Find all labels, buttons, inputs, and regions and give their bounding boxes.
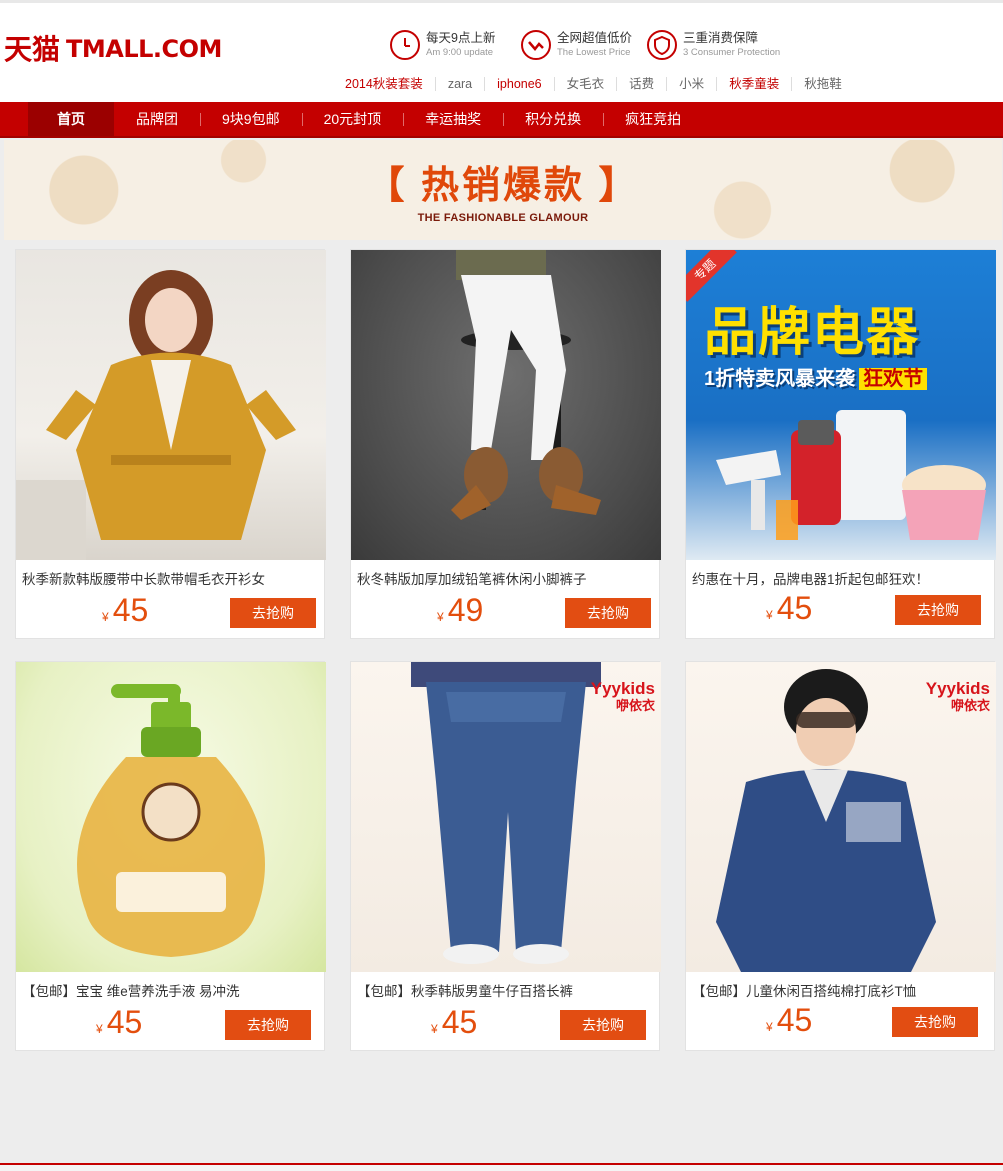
product-title[interactable]: 【包邮】秋季韩版男童牛仔百搭长裤 (357, 980, 573, 1000)
buy-now-button[interactable]: 去抢购 (225, 1010, 311, 1040)
currency-symbol: ¥ (766, 608, 773, 622)
product-title[interactable]: 【包邮】儿童休闲百搭纯棉打底衫T恤 (692, 980, 916, 1000)
product-price: ¥45 (102, 592, 148, 629)
product-price: ¥49 (437, 592, 483, 629)
promo-tagline-badge: 狂欢节 (859, 368, 928, 390)
nav-item-lucky-draw[interactable]: 幸运抽奖 (403, 102, 503, 136)
promise-lowest-price: 全网超值低价 The Lowest Price (521, 29, 632, 61)
product-card[interactable]: 秋季新款韩版腰带中长款带帽毛衣开衫女 ¥45 去抢购 (15, 249, 326, 639)
shield-icon (647, 30, 677, 60)
hotword-link[interactable]: zara (434, 77, 484, 91)
logo-cn-text: 天猫 (4, 33, 60, 66)
nav-item-points-exchange[interactable]: 积分兑换 (503, 102, 603, 136)
hotword-link[interactable]: 小米 (666, 77, 716, 91)
logo-en-text: TMALL.COM (66, 35, 222, 63)
buy-now-button[interactable]: 去抢购 (560, 1010, 646, 1040)
product-price: ¥45 (431, 1004, 477, 1041)
product-title[interactable]: 秋冬韩版加厚加绒铅笔裤休闲小脚裤子 (357, 568, 587, 588)
product-card[interactable]: 秋冬韩版加厚加绒铅笔裤休闲小脚裤子 ¥49 去抢购 (350, 249, 661, 639)
site-header: 天猫 TMALL.COM 每天9点上新 Am 9:00 update 全网超值低… (0, 0, 1003, 102)
pants-model-illustration (451, 250, 601, 520)
hand-wash-bottle-illustration (77, 684, 265, 957)
promise-title: 三重消费保障 (683, 31, 759, 46)
currency-symbol: ¥ (766, 1020, 773, 1034)
product-price: ¥45 (766, 590, 812, 627)
nav-item-auction[interactable]: 疯狂竞拍 (603, 102, 703, 136)
product-card[interactable]: 专题 品牌电器 1折特卖风暴来袭 狂欢节 约惠在十月，品牌电器1折起包邮狂欢！ ¥… (685, 249, 996, 639)
product-card[interactable]: Yyykids 咿依衣 【包邮】秋季韩版男童牛仔百搭长裤 ¥45 去抢购 (350, 661, 661, 1051)
promise-title: 每天9点上新 (426, 31, 496, 46)
product-title[interactable]: 【包邮】宝宝 维e营养洗手液 易冲洗 (22, 980, 240, 1000)
currency-symbol: ¥ (102, 610, 109, 624)
buy-now-button[interactable]: 去抢购 (892, 1007, 978, 1037)
product-image-cardigan[interactable] (16, 250, 326, 560)
nav-item-9-9-free-shipping[interactable]: 9块9包邮 (200, 102, 302, 136)
kids-brand-tag: Yyykids 咿依衣 (591, 680, 655, 712)
currency-symbol: ¥ (96, 1022, 103, 1036)
promo-tagline-text: 1折特卖风暴来袭 (704, 368, 856, 390)
promise-daily-update: 每天9点上新 Am 9:00 update (390, 29, 495, 61)
currency-symbol: ¥ (431, 1022, 438, 1036)
hotword-link[interactable]: 女毛衣 (553, 77, 617, 91)
banner-title: 【 热销爆款 】 (366, 165, 640, 207)
cardigan-model-illustration (16, 270, 296, 560)
product-title[interactable]: 约惠在十月，品牌电器1折起包邮狂欢！ (692, 568, 929, 588)
tmall-cat-logo-icon: 天猫 (4, 33, 60, 66)
tmall-logo[interactable]: 天猫 TMALL.COM (4, 31, 222, 67)
price-down-icon (521, 30, 551, 60)
promo-tagline: 1折特卖风暴来袭 狂欢节 (704, 362, 928, 391)
hot-sale-banner: 【 热销爆款 】 THE FASHIONABLE GLAMOUR (4, 140, 1002, 240)
buy-now-button[interactable]: 去抢购 (565, 598, 651, 628)
product-price: ¥45 (96, 1004, 142, 1041)
currency-symbol: ¥ (437, 610, 444, 624)
promise-consumer-protection: 三重消费保障 3 Consumer Protection (647, 29, 780, 61)
promise-subtitle: Am 9:00 update (426, 46, 494, 58)
nav-item-20-cap[interactable]: 20元封顶 (301, 102, 404, 136)
main-nav: 首页 品牌团 9块9包邮 20元封顶 幸运抽奖 积分兑换 疯狂竞拍 (0, 102, 1003, 138)
kids-brand-en: Yyykids (925, 679, 990, 698)
hotword-link[interactable]: 秋拖鞋 (791, 77, 854, 91)
promo-headline: 品牌电器 (704, 304, 921, 362)
appliances-illustration (716, 410, 986, 540)
hotword-link[interactable]: iphone6 (484, 77, 554, 91)
kids-brand-tag: Yyykids 咿依衣 (926, 680, 990, 712)
kids-brand-cn: 咿依衣 (950, 698, 990, 713)
product-image-kids-tshirt[interactable]: Yyykids 咿依衣 (686, 662, 996, 972)
product-image-hand-wash[interactable] (16, 662, 326, 972)
kids-brand-cn: 咿依衣 (615, 698, 655, 713)
promise-subtitle: 3 Consumer Protection (683, 46, 781, 58)
hot-search-words: 2014秋装套装 zara iphone6 女毛衣 话费 小米 秋季童装 秋拖鞋 (342, 75, 854, 93)
price-value: 45 (441, 1004, 478, 1040)
hotword-link[interactable]: 话费 (616, 77, 666, 91)
banner-subtitle: THE FASHIONABLE GLAMOUR (417, 212, 589, 224)
product-title[interactable]: 秋季新款韩版腰带中长款带帽毛衣开衫女 (22, 568, 265, 588)
clock-icon (390, 30, 420, 60)
kids-brand-en: Yyykids (590, 679, 655, 698)
product-image-pencil-pants[interactable] (351, 250, 661, 560)
promise-title: 全网超值低价 (557, 31, 633, 46)
nav-item-brand-group[interactable]: 品牌团 (114, 102, 200, 136)
price-value: 45 (776, 590, 813, 626)
buy-now-button[interactable]: 去抢购 (230, 598, 316, 628)
product-card[interactable]: 【包邮】宝宝 维e营养洗手液 易冲洗 ¥45 去抢购 (15, 661, 326, 1051)
hotword-link[interactable]: 秋季童装 (716, 77, 791, 91)
buy-now-button[interactable]: 去抢购 (895, 595, 981, 625)
product-image-brand-appliances[interactable]: 专题 品牌电器 1折特卖风暴来袭 狂欢节 (686, 250, 996, 560)
product-image-kids-jeans[interactable]: Yyykids 咿依衣 (351, 662, 661, 972)
price-value: 49 (447, 592, 484, 628)
promise-subtitle: The Lowest Price (557, 46, 631, 58)
price-value: 45 (112, 592, 149, 628)
product-price: ¥45 (766, 1002, 812, 1039)
nav-item-home[interactable]: 首页 (28, 102, 114, 136)
hotword-link[interactable]: 2014秋装套装 (342, 77, 435, 91)
footer-divider (0, 1163, 1003, 1171)
product-card[interactable]: Yyykids 咿依衣 【包邮】儿童休闲百搭纯棉打底衫T恤 ¥45 去抢购 (685, 661, 996, 1051)
price-value: 45 (776, 1002, 813, 1038)
price-value: 45 (106, 1004, 143, 1040)
